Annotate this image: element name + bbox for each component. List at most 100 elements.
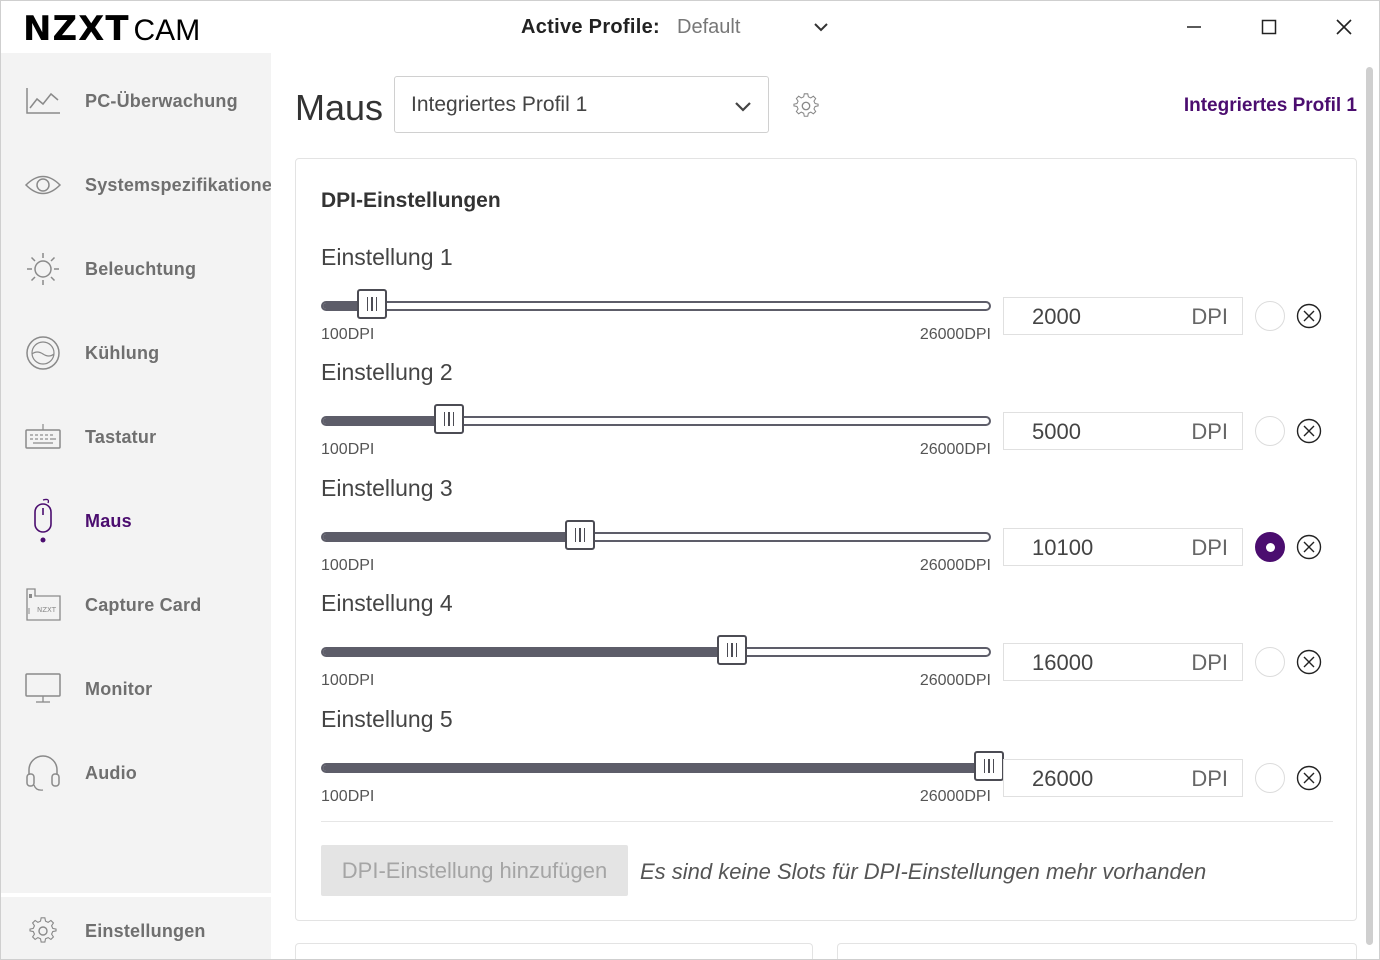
nzxt-cam-logo: NZXT CAM	[23, 9, 200, 49]
sidebar-item-label: Maus	[85, 510, 132, 531]
scrollbar[interactable]	[1366, 67, 1373, 945]
dpi-value-input[interactable]: 26000 DPI	[1003, 759, 1243, 797]
maximize-button[interactable]	[1246, 9, 1292, 45]
dpi-slider-min-label: 100DPI	[321, 788, 375, 805]
dpi-slider-fill	[323, 534, 581, 540]
dpi-setting-label: Einstellung 3	[321, 475, 453, 501]
secondary-card	[295, 943, 813, 959]
dpi-value: 26000	[1032, 766, 1094, 791]
sidebar-item-label: Beleuchtung	[85, 258, 197, 279]
app-window: NZXT CAM Active Profile: Default PC-Über…	[0, 0, 1380, 960]
dpi-slider-handle[interactable]	[434, 404, 464, 434]
sidebar-item-label: Systemspezifikationen	[85, 174, 284, 195]
dpi-setting-row: Einstellung 5 100DPI 26000DPI 26000 DPI	[296, 706, 1356, 822]
dpi-slider-min-label: 100DPI	[321, 326, 375, 343]
dpi-setting-label: Einstellung 2	[321, 359, 453, 385]
dpi-slider-handle[interactable]	[356, 289, 387, 319]
dpi-slider-fill	[323, 418, 449, 424]
dpi-slider[interactable]	[321, 751, 1004, 781]
dpi-unit: DPI	[1191, 304, 1228, 329]
add-dpi-setting-button[interactable]: DPI-Einstellung hinzufügen	[321, 845, 628, 896]
sidebar-item-label: Einstellungen	[85, 920, 206, 941]
logo-sub: CAM	[133, 14, 201, 47]
dpi-select-radio[interactable]	[1255, 301, 1285, 331]
remove-circle-icon[interactable]	[1296, 418, 1322, 444]
dpi-slider-fill	[323, 765, 989, 771]
sidebar-item-label: Tastatur	[85, 426, 157, 447]
chevron-down-icon[interactable]	[811, 17, 831, 37]
title-bar: NZXT CAM Active Profile: Default	[1, 1, 1379, 53]
sidebar-item-label: Kühlung	[85, 342, 160, 363]
gear-icon	[23, 911, 63, 951]
sidebar-item-cooling[interactable]: Kühlung	[1, 323, 271, 383]
dpi-value: 16000	[1032, 650, 1094, 675]
dpi-slider-handle[interactable]	[565, 520, 596, 550]
dpi-value-input[interactable]: 10100 DPI	[1003, 528, 1243, 566]
sidebar-item-label: Audio	[85, 762, 137, 783]
dpi-slider-max-label: 26000DPI	[919, 788, 991, 805]
logo-main: NZXT	[23, 9, 130, 49]
dpi-slider[interactable]	[321, 520, 991, 550]
close-button[interactable]	[1321, 9, 1367, 45]
dpi-section-title: DPI-Einstellungen	[321, 189, 501, 212]
chart-line-icon	[23, 81, 63, 121]
sidebar-item-system-specs[interactable]: Systemspezifikationen	[1, 155, 283, 215]
dpi-select-radio[interactable]	[1255, 763, 1285, 793]
dpi-setting-row: Einstellung 1 100DPI 26000DPI 2000 DPI	[296, 244, 1356, 360]
dpi-value-input[interactable]: 16000 DPI	[1003, 643, 1243, 681]
dpi-slider-handle[interactable]	[974, 751, 1004, 781]
cooling-icon	[23, 333, 63, 373]
dpi-slider-max-label: 26000DPI	[919, 441, 991, 458]
minimize-button[interactable]	[1171, 9, 1217, 45]
sidebar-item-monitor[interactable]: Monitor	[1, 659, 271, 719]
sidebar-item-label: Capture Card	[85, 594, 202, 615]
remove-circle-icon[interactable]	[1296, 765, 1322, 791]
dpi-unit: DPI	[1191, 650, 1228, 675]
capture-card-icon-text: NZXT	[37, 606, 57, 614]
remove-circle-icon[interactable]	[1296, 303, 1322, 329]
page-title: Maus	[295, 87, 384, 128]
dpi-value-input[interactable]: 5000 DPI	[1003, 412, 1243, 450]
dpi-unit: DPI	[1191, 766, 1228, 791]
dpi-unit: DPI	[1191, 535, 1228, 560]
sidebar-item-mouse[interactable]: Maus	[1, 491, 271, 551]
dpi-setting-label: Einstellung 4	[321, 590, 453, 616]
sidebar-item-pc-monitoring[interactable]: PC-Überwachung	[1, 71, 271, 131]
remove-circle-icon[interactable]	[1296, 534, 1322, 560]
dpi-settings-card: DPI-Einstellungen Einstellung 1 100DPI 2…	[295, 158, 1357, 921]
dpi-select-radio[interactable]	[1255, 647, 1285, 677]
chevron-down-icon	[732, 95, 754, 117]
sidebar-item-settings[interactable]: Einstellungen	[1, 901, 271, 959]
remove-circle-icon[interactable]	[1296, 649, 1322, 675]
no-slots-message: Es sind keine Slots für DPI-Einstellunge…	[640, 859, 1207, 884]
dpi-unit: DPI	[1191, 419, 1228, 444]
dpi-slider-min-label: 100DPI	[321, 441, 375, 458]
sidebar-item-audio[interactable]: Audio	[1, 743, 271, 803]
dpi-slider-max-label: 26000DPI	[919, 672, 991, 689]
sidebar-item-keyboard[interactable]: Tastatur	[1, 407, 271, 467]
dpi-select-radio[interactable]	[1255, 532, 1285, 562]
dpi-slider-max-label: 26000DPI	[919, 326, 991, 343]
dpi-slider-min-label: 100DPI	[321, 672, 375, 689]
dpi-value-input[interactable]: 2000 DPI	[1003, 297, 1243, 335]
sun-icon	[23, 249, 63, 289]
divider	[321, 821, 1333, 822]
dpi-slider[interactable]	[321, 289, 991, 319]
dpi-setting-label: Einstellung 1	[321, 244, 453, 270]
profile-settings-gear-icon[interactable]	[793, 93, 819, 119]
dpi-select-radio[interactable]	[1255, 416, 1285, 446]
dpi-setting-row: Einstellung 3 100DPI 26000DPI 10100 DPI	[296, 475, 1356, 591]
active-profile-value[interactable]: Default	[677, 16, 740, 39]
sidebar: PC-Überwachung Systemspezifikationen Bel…	[1, 53, 283, 959]
sidebar-divider	[1, 893, 271, 897]
profile-select[interactable]: Integriertes Profil 1	[394, 76, 769, 133]
dpi-slider[interactable]	[321, 404, 991, 434]
dpi-value: 5000	[1032, 419, 1081, 444]
sidebar-item-lighting[interactable]: Beleuchtung	[1, 239, 271, 299]
dpi-slider-handle[interactable]	[716, 635, 747, 665]
sidebar-item-capture-card[interactable]: NZXT Capture Card	[1, 575, 271, 635]
dpi-slider[interactable]	[321, 635, 991, 665]
profile-select-value: Integriertes Profil 1	[411, 93, 588, 116]
headset-icon	[23, 753, 63, 793]
profile-link[interactable]: Integriertes Profil 1	[1184, 95, 1357, 117]
